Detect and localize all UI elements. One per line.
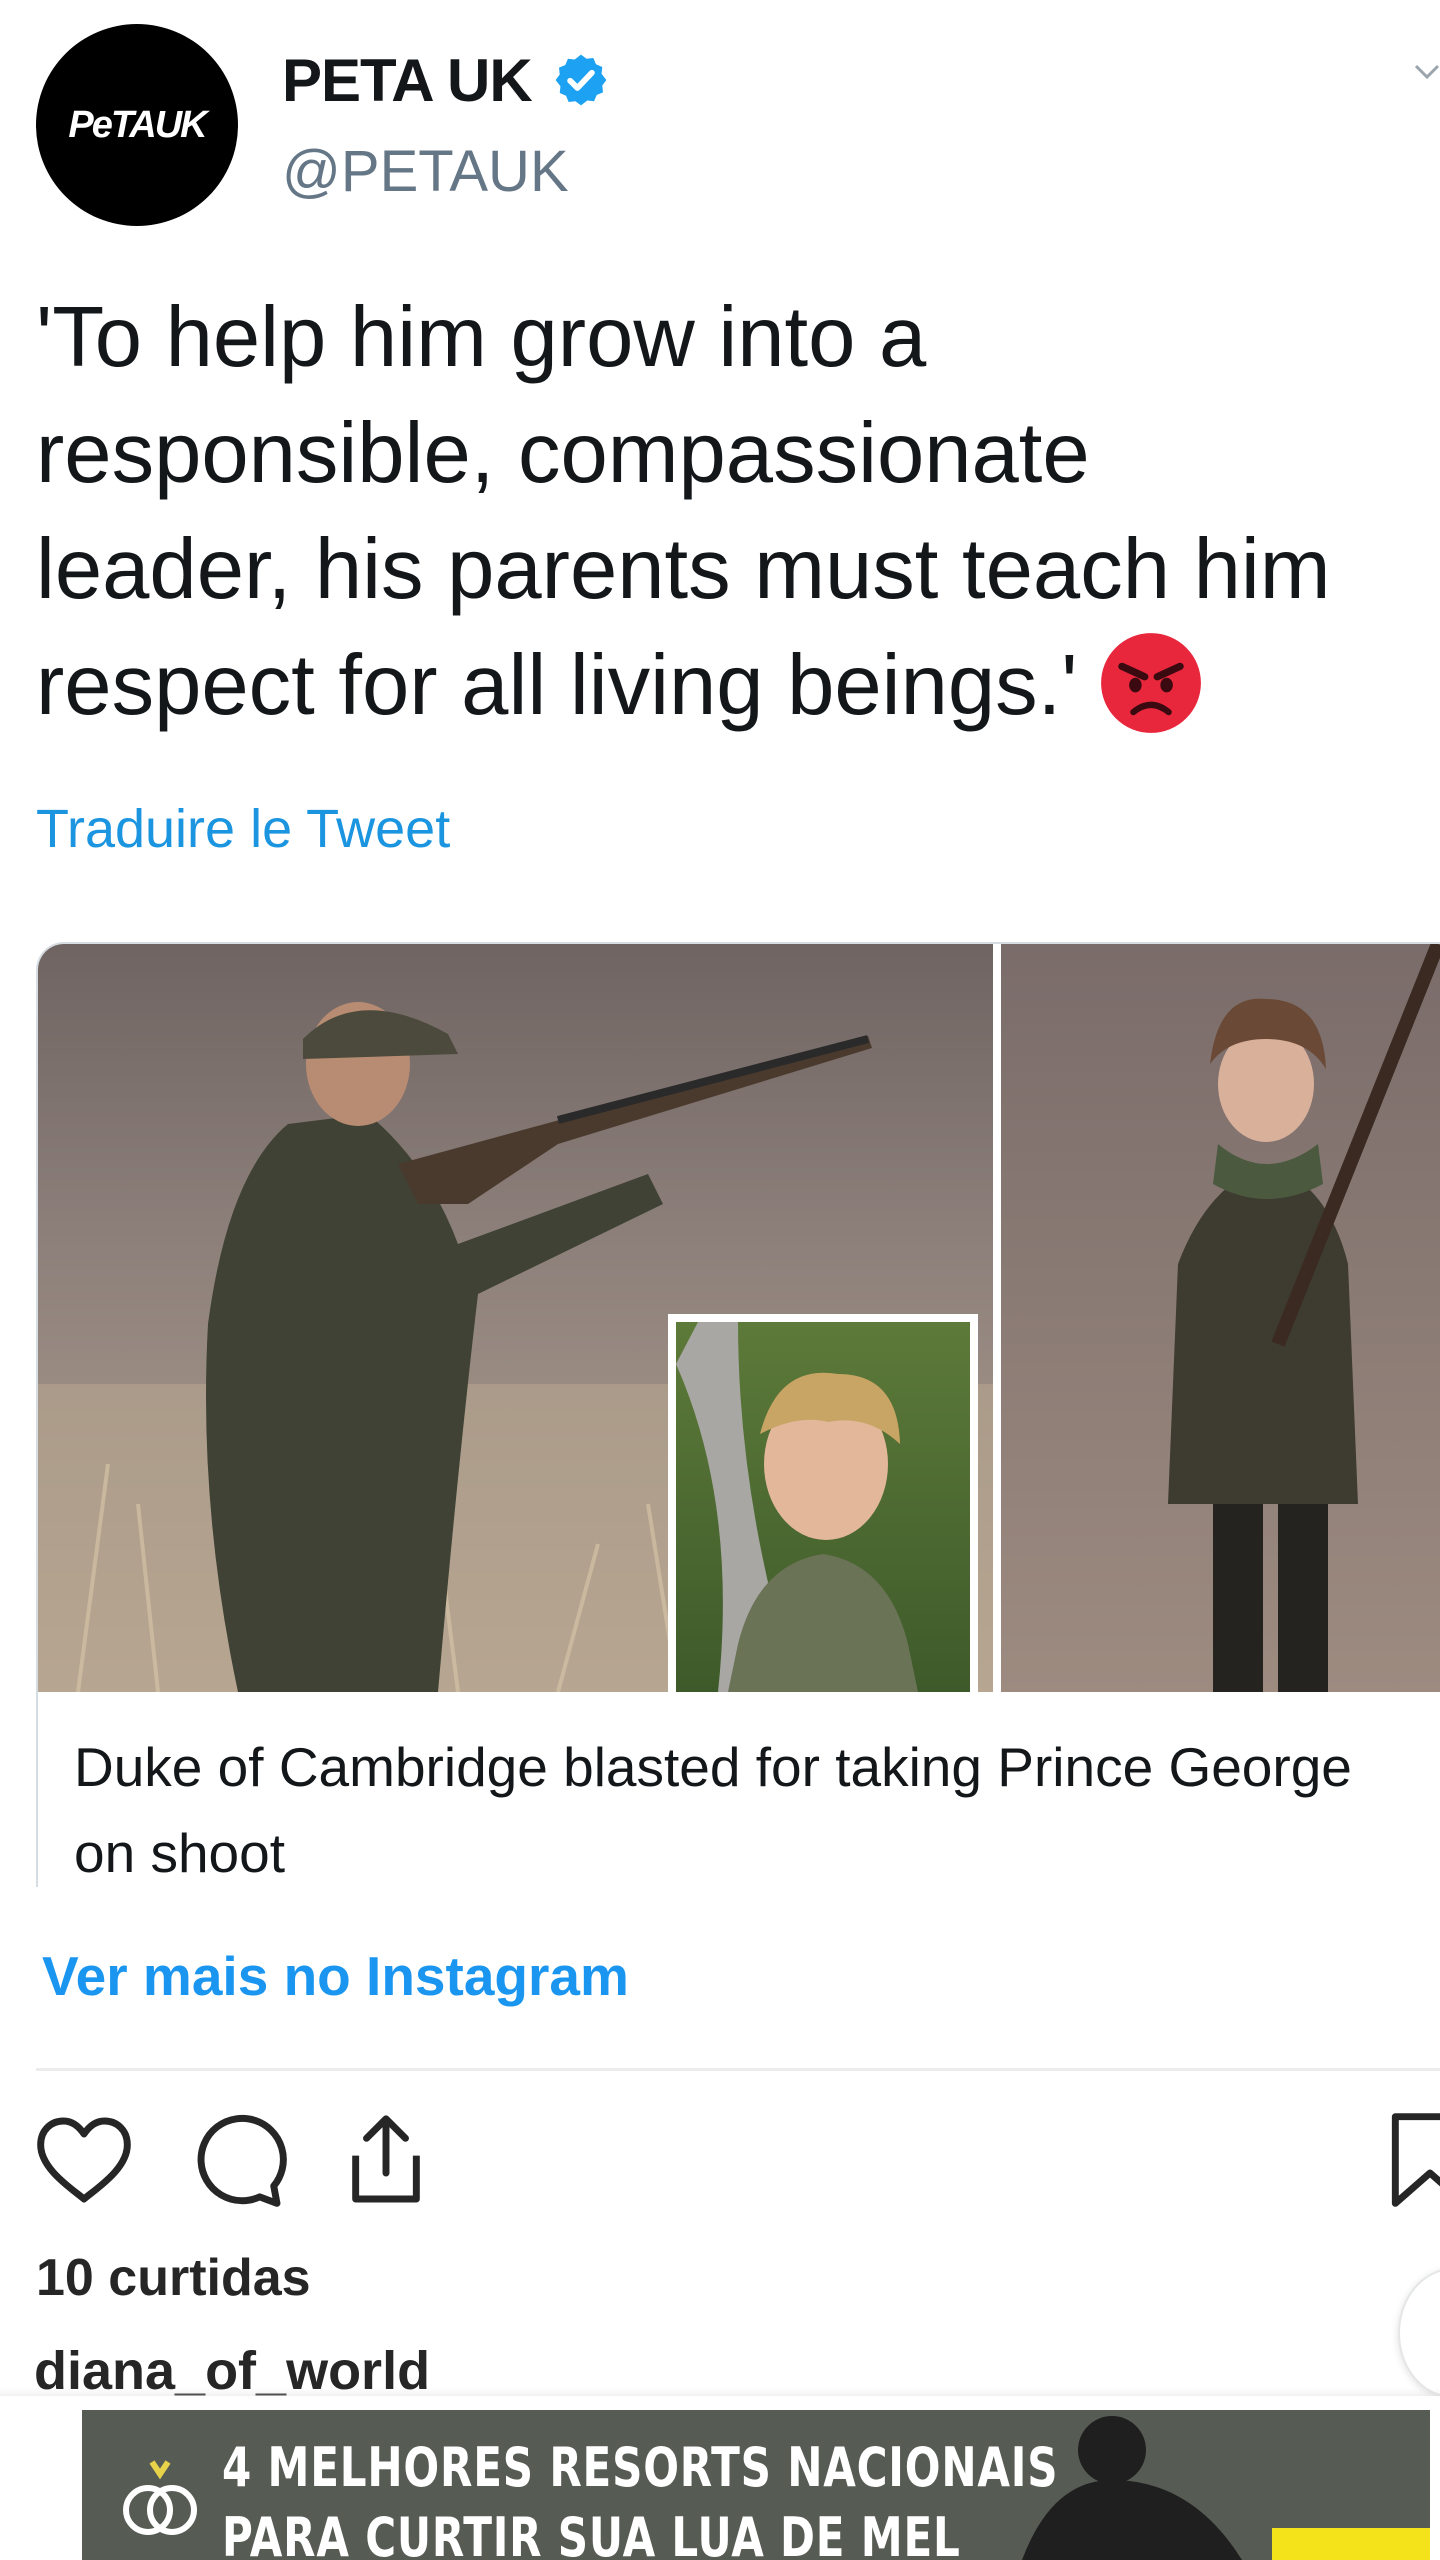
user-handle[interactable]: @PETAUK bbox=[282, 138, 569, 205]
display-name[interactable]: PETA UK bbox=[282, 46, 533, 115]
translate-tweet-link[interactable]: Traduire le Tweet bbox=[36, 798, 450, 860]
tweet-text: 'To help him grow into a responsible, co… bbox=[36, 280, 1440, 744]
view-more-instagram-link[interactable]: Ver mais no Instagram bbox=[42, 1944, 629, 2008]
tweet-text-line: respect for all living beings.' bbox=[36, 628, 1440, 744]
ad-banner[interactable]: 4 MELHORES RESORTS NACIONAIS PARA CURTIR… bbox=[0, 2396, 1440, 2560]
couple-silhouette bbox=[1022, 2416, 1242, 2560]
divider bbox=[36, 2068, 1440, 2071]
card-photo bbox=[38, 944, 1440, 1692]
ad-creative[interactable]: 4 MELHORES RESORTS NACIONAIS PARA CURTIR… bbox=[82, 2410, 1430, 2560]
heart-icon[interactable] bbox=[32, 2108, 136, 2212]
ad-headline: 4 MELHORES RESORTS NACIONAIS bbox=[222, 2436, 1059, 2499]
avatar[interactable]: PeTAUK bbox=[36, 24, 238, 226]
link-card[interactable]: Duke of Cambridge blasted for taking Pri… bbox=[36, 942, 1440, 1887]
ad-cta-button[interactable] bbox=[1272, 2528, 1430, 2560]
ad-subheadline: PARA CURTIR SUA LUA DE MEL bbox=[222, 2506, 961, 2560]
avatar-logo-text: PeTAUK bbox=[68, 103, 207, 146]
bookmark-icon[interactable] bbox=[1378, 2108, 1440, 2212]
verified-badge-icon bbox=[555, 54, 607, 106]
floating-side-button[interactable] bbox=[1398, 2268, 1440, 2398]
author-row: PETA UK bbox=[282, 40, 610, 120]
tweet-text-line: responsible, compassionate bbox=[36, 406, 1090, 501]
card-headline[interactable]: Duke of Cambridge blasted for taking Pri… bbox=[74, 1724, 1404, 1887]
likes-count[interactable]: 10 curtidas bbox=[36, 2248, 311, 2308]
angry-face-icon bbox=[1101, 632, 1202, 733]
tweet-text-line: 'To help him grow into a bbox=[36, 290, 927, 385]
tweet-text-line-content: respect for all living beings.' bbox=[36, 638, 1078, 733]
share-icon[interactable] bbox=[334, 2108, 438, 2212]
chevron-down-icon[interactable] bbox=[1414, 62, 1440, 82]
tweet-text-line: leader, his parents must teach him bbox=[36, 522, 1331, 617]
comment-icon[interactable] bbox=[186, 2108, 290, 2212]
wedding-rings-icon bbox=[123, 2460, 197, 2535]
